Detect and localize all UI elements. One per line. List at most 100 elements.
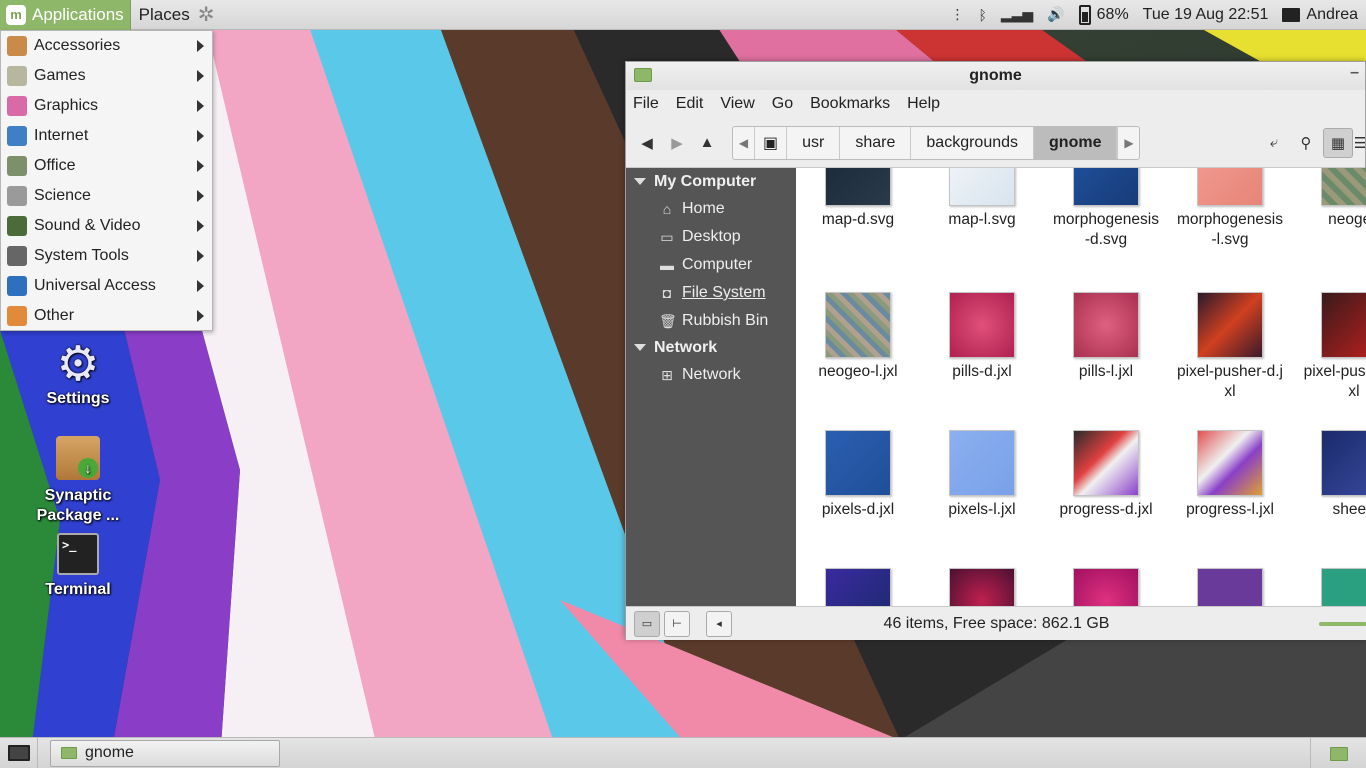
sidebar-item-label: Rubbish Bin [682,312,769,329]
file-thumbnail [1321,430,1366,496]
sidebar-item-file-system[interactable]: ◘ File System [626,279,796,307]
forward-arrow-icon[interactable]: ▶ [662,128,692,158]
file-name: map-d.svg [821,211,895,228]
file-item[interactable]: pixel-pusher-l.jxl [1292,292,1366,402]
battery-indicator[interactable]: 68% [1078,4,1129,25]
universal-access-icon [7,276,27,296]
file-item[interactable]: map-d.svg [796,168,920,230]
toolbar: ◀ ▶ ▲ ◀ ▣ usr share backgrounds gnome ▶ ⤶ ⚲… [626,118,1365,168]
applications-menu-button[interactable]: m Applications [0,0,131,30]
path-scroll-right-icon[interactable]: ▶ [1117,126,1139,159]
submenu-arrow-icon [197,190,204,202]
file-item[interactable]: morphogenesis-d.svg [1044,168,1168,250]
user-menu[interactable]: Andrea [1282,6,1358,24]
sidebar-item-rubbish-bin[interactable]: 🗑 Rubbish Bin [626,307,796,335]
path-segment-backgrounds[interactable]: backgrounds [911,126,1035,159]
file-item[interactable]: neogeo [1292,168,1366,230]
up-arrow-icon[interactable]: ▲ [692,128,722,158]
file-item[interactable]: progress-d.jxl [1044,430,1168,520]
sidebar-item-home[interactable]: ⌂ Home [626,195,796,223]
file-thumbnail[interactable] [949,568,1015,606]
file-name: progress-l.jxl [1186,501,1274,518]
show-desktop-icon [7,745,30,761]
network-signal-icon[interactable]: ▂▃▅ [1001,6,1033,23]
zoom-slider[interactable] [1319,622,1366,626]
menu-item-internet[interactable]: Internet [1,121,212,151]
workspace-switcher[interactable] [1310,738,1366,768]
menu-file[interactable]: File [633,95,659,113]
taskbar-item-gnome[interactable]: gnome [50,739,280,767]
file-thumbnail [825,430,891,496]
file-item[interactable]: map-l.svg [920,168,1044,230]
status-text: 46 items, Free space: 862.1 GB [883,614,1110,632]
menu-go[interactable]: Go [772,95,793,113]
menu-help[interactable]: Help [907,95,940,113]
menu-item-sound-video[interactable]: Sound & Video [1,211,212,241]
submenu-arrow-icon [197,220,204,232]
file-thumbnail[interactable] [825,568,891,606]
search-icon[interactable]: ⚲ [1291,128,1321,158]
file-item[interactable]: sheet- [1292,430,1366,520]
file-name: pixels-d.jxl [821,501,895,518]
science-icon [7,186,27,206]
file-item[interactable]: pixel-pusher-d.jxl [1168,292,1292,402]
path-segment-usr[interactable]: usr [787,126,841,159]
file-thumbnail[interactable] [1321,568,1366,606]
sidebar-item-label: Home [682,200,725,217]
clock[interactable]: Tue 19 Aug 22:51 [1143,6,1269,24]
list-view-icon[interactable]: ☰ [1355,128,1365,158]
icon-view-icon[interactable]: ▦ [1323,127,1353,158]
desktop-icon-synaptic[interactable]: ↓ Synaptic Package ... [23,436,133,526]
file-item[interactable]: progress-l.jxl [1168,430,1292,520]
system-tools-icon [7,246,27,266]
sidebar-item-desktop[interactable]: ▭ Desktop [626,223,796,251]
show-desktop-button[interactable] [0,737,38,768]
file-name: neogeo [1328,211,1366,228]
menu-item-science[interactable]: Science [1,181,212,211]
folder-icon [634,68,652,82]
file-item[interactable]: pills-d.jxl [920,292,1044,382]
path-root-drive-icon[interactable]: ▣ [755,126,788,159]
places-menu-button[interactable]: Places [131,5,198,25]
path-segment-share[interactable]: share [840,126,912,159]
volume-icon[interactable]: 🔊 [1047,6,1064,23]
menu-item-graphics[interactable]: Graphics [1,91,212,121]
terminal-label: Terminal [45,581,111,598]
menu-item-office[interactable]: Office [1,151,212,181]
file-thumbnail[interactable] [1197,568,1263,606]
menu-item-system-tools[interactable]: System Tools [1,241,212,271]
menu-item-other[interactable]: Other [1,301,212,331]
desktop-icon: ▭ [660,228,674,245]
file-item[interactable]: neogeo-l.jxl [796,292,920,382]
sidebar-item-label: Desktop [682,228,741,245]
file-item[interactable]: pixels-l.jxl [920,430,1044,520]
window-titlebar[interactable]: gnome – [626,62,1365,90]
sidebar-item-network[interactable]: ⊞ Network [626,361,796,389]
file-item[interactable]: morphogenesis-l.svg [1168,168,1292,250]
location-toggle-icon[interactable]: ⤶ [1259,128,1289,158]
file-name: map-l.svg [948,211,1016,228]
minimize-button[interactable]: – [1350,64,1359,82]
menu-edit[interactable]: Edit [676,95,704,113]
path-scroll-left-icon[interactable]: ◀ [733,126,755,159]
sidebar-item-computer[interactable]: ▬ Computer [626,251,796,279]
back-arrow-icon[interactable]: ◀ [632,128,662,158]
desktop-icon-terminal[interactable]: >_ Terminal [23,533,133,599]
bluetooth-icon[interactable]: ᛒ [978,7,986,23]
menu-view[interactable]: View [720,95,754,113]
gear-icon[interactable]: ✲ [198,2,215,27]
path-segment-gnome[interactable]: gnome [1034,126,1118,159]
file-thumbnail [1073,292,1139,358]
menu-item-games[interactable]: Games [1,61,212,91]
menu-bookmarks[interactable]: Bookmarks [810,95,890,113]
sidebar-header-network[interactable]: Network [626,334,796,361]
file-thumbnail[interactable] [1073,568,1139,606]
sidebar-header-my-computer[interactable]: My Computer [626,168,796,195]
file-item[interactable]: pixels-d.jxl [796,430,920,520]
file-item[interactable]: pills-l.jxl [1044,292,1168,382]
desktop-icon-settings[interactable]: ⚙ Settings [23,340,133,408]
menu-item-universal-access[interactable]: Universal Access [1,271,212,301]
file-grid: map-d.svg map-l.svg morphogenesis-d.svg mor… [796,168,1366,606]
menu-item-accessories[interactable]: Accessories [1,31,212,61]
file-name: neogeo-l.jxl [818,363,898,380]
